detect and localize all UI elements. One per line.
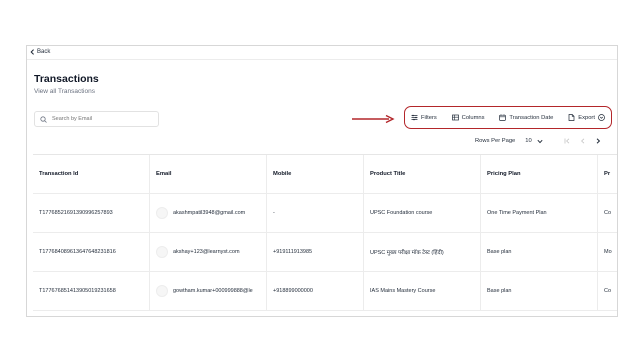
chevron-down-circle-icon — [598, 114, 605, 121]
transaction-date-label: Transaction Date — [509, 114, 554, 121]
previous-page-icon[interactable] — [580, 138, 586, 144]
pricing-plan-cell: One Time Payment Plan — [481, 194, 598, 232]
column-header[interactable]: Product Title — [364, 155, 481, 193]
transaction-date-button[interactable]: Transaction Date — [499, 114, 553, 121]
column-header[interactable]: Mobile — [267, 155, 364, 193]
column-header[interactable]: Transaction Id — [33, 155, 150, 193]
mobile-cell: +919111913985 — [267, 233, 364, 271]
table-row[interactable]: T17767685141390501923165​8 gowtham.kumar… — [33, 272, 617, 311]
chevron-left-icon — [30, 49, 34, 55]
avatar — [156, 285, 168, 297]
header-divider — [27, 59, 617, 60]
toolbar-highlight: Filters Columns Transaction Date Export — [404, 106, 612, 129]
columns-label: Columns — [461, 114, 485, 121]
email-text: gowtham.kumar+000999888@le — [173, 288, 253, 294]
email-cell: akshay+123@learnyst.com — [150, 233, 267, 271]
truncated-cell: Co — [604, 210, 612, 216]
mobile-cell: - — [267, 194, 364, 232]
column-header[interactable]: Pr — [598, 155, 617, 193]
filters-button[interactable]: Filters — [411, 114, 437, 121]
filter-sliders-icon — [411, 114, 418, 121]
product-title-cell: UPSC मुख्य परीक्षा मॉक टेस्ट (हिंदी) — [364, 233, 481, 271]
mobile-cell: +918899000000 — [267, 272, 364, 310]
truncated-cell: Mo — [604, 249, 612, 255]
avatar — [156, 207, 168, 219]
columns-button[interactable]: Columns — [451, 114, 485, 121]
next-page-icon[interactable] — [595, 138, 601, 144]
columns-icon — [451, 114, 459, 121]
pricing-plan-cell: Base plan — [481, 272, 598, 310]
rows-per-page-label: Rows Per Page — [475, 138, 516, 144]
export-label: Export — [578, 114, 595, 121]
transaction-id-cell: T17768408961364764823181​6 — [33, 233, 150, 271]
product-title-cell: UPSC Foundation course — [364, 194, 481, 232]
annotation-arrow — [352, 114, 395, 124]
pricing-plan-cell: Base plan — [481, 233, 598, 271]
table-row[interactable]: T17768521691390996257893 akashmpatil3948… — [33, 194, 617, 233]
transactions-table: Transaction Id Email Mobile Product Titl… — [33, 154, 617, 311]
email-cell: gowtham.kumar+000999888@le — [150, 272, 267, 310]
pagination-controls: Rows Per Page 10 — [475, 138, 601, 144]
email-text: akshay+123@learnyst.com — [173, 249, 240, 255]
back-button[interactable]: Back — [30, 49, 50, 55]
rows-per-page-select[interactable]: 10 — [525, 138, 543, 144]
chevron-down-icon — [537, 139, 543, 143]
search-icon — [40, 115, 47, 123]
page-title: Transactions — [34, 73, 99, 85]
table-row[interactable]: T17768408961364764823181​6 akshay+123@le… — [33, 233, 617, 272]
page-subtitle: View all Transactions — [34, 88, 95, 95]
rows-per-page-value: 10 — [525, 138, 532, 144]
email-cell: akashmpatil3948@gmail.com — [150, 194, 267, 232]
search-box[interactable] — [34, 111, 159, 127]
table-header-row: Transaction Id Email Mobile Product Titl… — [33, 155, 617, 194]
search-input[interactable] — [52, 116, 147, 122]
avatar — [156, 246, 168, 258]
truncated-cell: Co — [604, 288, 612, 294]
product-title-cell: IAS Mains Mastery Course — [364, 272, 481, 310]
column-header[interactable]: Pricing Plan — [481, 155, 598, 193]
file-export-icon — [568, 114, 575, 121]
filters-label: Filters — [421, 114, 437, 121]
first-page-icon[interactable] — [564, 138, 571, 144]
column-header[interactable]: Email — [150, 155, 267, 193]
email-text: akashmpatil3948@gmail.com — [173, 210, 246, 216]
app-frame: Back Transactions View all Transactions … — [26, 45, 618, 317]
export-button[interactable]: Export — [568, 114, 605, 121]
transaction-id-cell: T17768521691390996257893 — [33, 194, 150, 232]
calendar-icon — [499, 114, 507, 121]
transaction-id-cell: T17767685141390501923165​8 — [33, 272, 150, 310]
back-label: Back — [37, 49, 51, 55]
